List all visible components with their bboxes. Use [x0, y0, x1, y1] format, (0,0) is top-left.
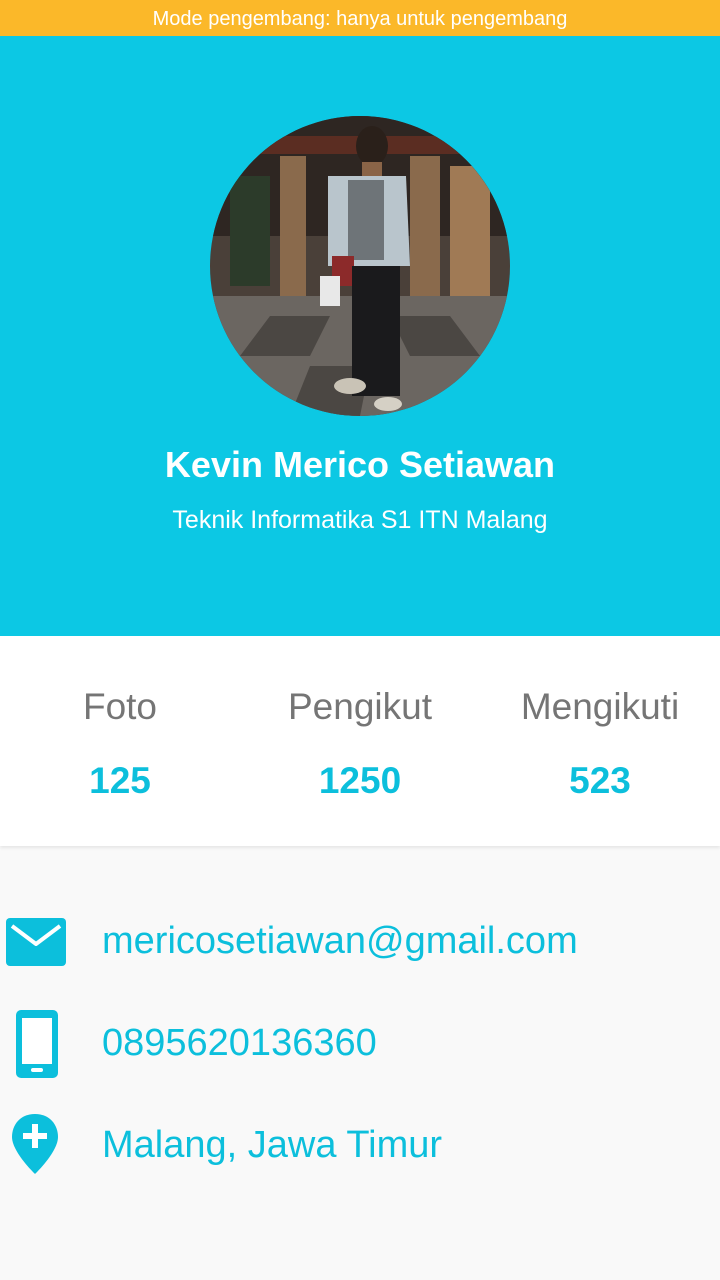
stat-value: 125 — [89, 760, 151, 801]
stat-label: Foto — [82, 686, 158, 727]
phone-text[interactable]: 0895620136360 — [102, 1022, 377, 1065]
stats-card: Foto 125 Pengikut 1250 Mengikuti 523 — [0, 636, 720, 846]
avatar[interactable] — [210, 116, 510, 416]
profile-header: Kevin Merico Setiawan Teknik Informatika… — [0, 36, 720, 636]
stat-label: Mengikuti — [520, 686, 680, 727]
stat-value: 523 — [569, 760, 631, 801]
stat-following[interactable]: Mengikuti 523 — [480, 636, 720, 846]
stat-label: Pengikut — [288, 686, 432, 727]
developer-mode-banner: Mode pengembang: hanya untuk pengembang — [0, 0, 720, 36]
contact-location-row[interactable]: Malang, Jawa Timur — [0, 1108, 720, 1188]
contact-phone-row[interactable]: 0895620136360 — [0, 1006, 720, 1086]
avatar-photo — [210, 116, 510, 416]
contact-email-row[interactable]: mericosetiawan@gmail.com — [0, 904, 720, 984]
profile-subtitle: Teknik Informatika S1 ITN Malang — [172, 506, 548, 534]
stat-photos[interactable]: Foto 125 — [0, 636, 240, 846]
stat-followers[interactable]: Pengikut 1250 — [240, 636, 480, 846]
profile-name: Kevin Merico Setiawan — [164, 444, 556, 485]
phone-icon — [4, 1006, 70, 1086]
stat-value: 1250 — [318, 760, 402, 801]
mail-icon — [4, 904, 70, 984]
email-text[interactable]: mericosetiawan@gmail.com — [102, 920, 578, 963]
location-text: Malang, Jawa Timur — [102, 1124, 443, 1166]
location-pin-icon — [4, 1108, 70, 1188]
